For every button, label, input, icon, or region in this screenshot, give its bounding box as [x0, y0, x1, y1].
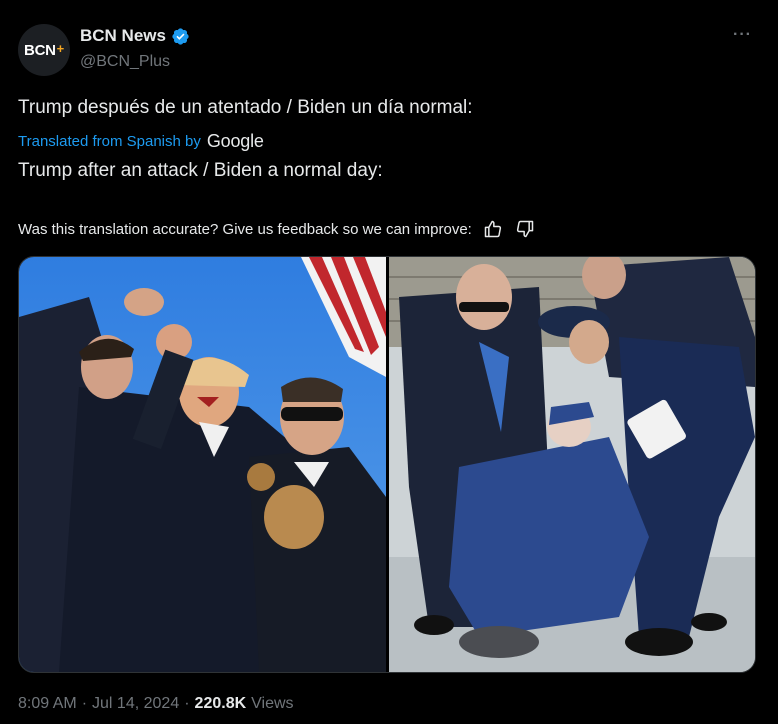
translated-from-label: Translated from Spanish by [18, 133, 201, 150]
translation-attribution[interactable]: Translated from Spanish by Google [18, 131, 264, 152]
more-dots-icon[interactable]: ··· [733, 26, 752, 44]
avatar-plus: + [56, 40, 65, 56]
thumbs-down-icon[interactable] [514, 218, 536, 240]
avatar-text: BCN [24, 41, 56, 59]
meta-separator: · [184, 695, 190, 712]
thumbs-up-icon[interactable] [482, 218, 504, 240]
views-count[interactable]: 220.8K [195, 695, 247, 713]
author-name-row: BCN News [80, 26, 190, 46]
photo-right-illustration [389, 257, 755, 672]
translation-feedback: Was this translation accurate? Give us f… [18, 218, 536, 240]
tweet-translated-text: Trump after an attack / Biden a normal d… [18, 160, 383, 181]
photo-left-illustration [19, 257, 386, 672]
media-photo-right[interactable] [389, 257, 755, 672]
tweet-media[interactable] [18, 256, 756, 673]
meta-separator: · [81, 695, 88, 712]
verified-badge-icon [172, 27, 189, 45]
views-label: Views [251, 695, 294, 712]
tweet-meta: 8:09 AM · Jul 14, 2024 · 220.8K Views [18, 695, 294, 713]
display-name[interactable]: BCN News [80, 26, 166, 46]
tweet-original-text: Trump después de un atentado / Biden un … [18, 97, 473, 118]
google-logo: Google [206, 131, 264, 151]
tweet-time[interactable]: 8:09 AM [18, 695, 77, 713]
avatar[interactable]: BCN + [18, 24, 70, 76]
author-handle[interactable]: @BCN_Plus [80, 53, 170, 71]
media-photo-left[interactable] [19, 257, 386, 672]
feedback-prompt: Was this translation accurate? Give us f… [18, 220, 472, 238]
tweet-date[interactable]: Jul 14, 2024 [92, 695, 179, 713]
